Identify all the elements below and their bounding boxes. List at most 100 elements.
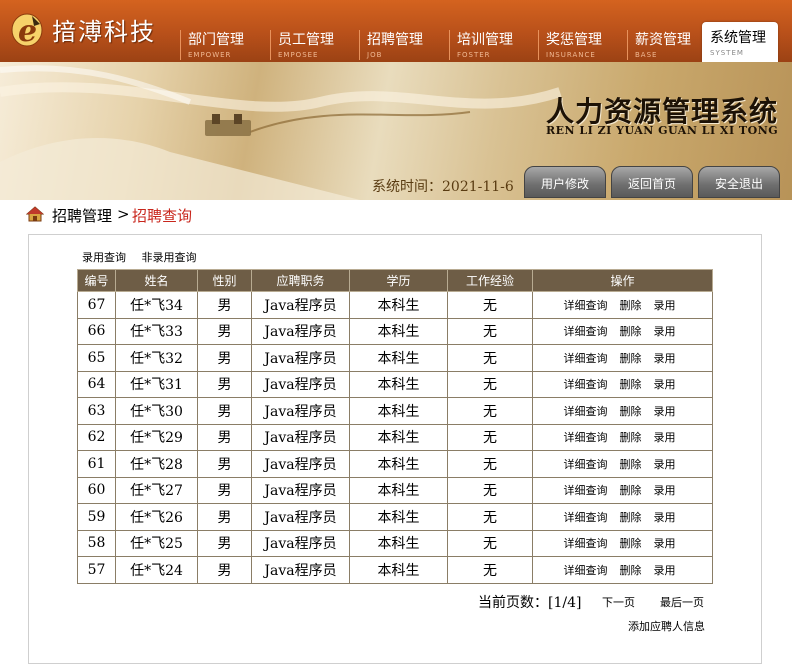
cell-gender: 男 — [197, 556, 252, 584]
detail-query-link[interactable]: 详细查询 — [564, 299, 608, 312]
cell-experience: 无 — [447, 370, 533, 398]
hire-link[interactable]: 录用 — [654, 378, 676, 391]
nav-tab-department[interactable]: 部门管理 EMPOWER — [180, 24, 266, 62]
table-row: 62 任*飞29 男 Java程序员 本科生无详细查询 删除 录用 — [77, 423, 713, 451]
cell-id: 61 — [77, 450, 116, 478]
system-time-value: 2021-11-6 — [442, 179, 514, 195]
cell-education: 本科生 — [349, 397, 448, 425]
delete-link[interactable]: 删除 — [620, 537, 642, 550]
not-hired-query-link[interactable]: 非录用查询 — [142, 251, 197, 264]
hired-query-link[interactable]: 录用查询 — [82, 251, 126, 264]
hire-link[interactable]: 录用 — [654, 564, 676, 577]
last-page-link[interactable]: 最后一页 — [660, 594, 704, 610]
delete-link[interactable]: 删除 — [620, 431, 642, 444]
column-header-education: 学历 — [349, 269, 448, 292]
cell-education: 本科生 — [349, 423, 448, 451]
cell-job: Java程序员 — [251, 556, 350, 584]
cell-id: 67 — [77, 291, 116, 319]
nav-tab-rewards[interactable]: 奖惩管理 INSURANCE — [538, 24, 624, 62]
cell-id: 64 — [77, 370, 116, 398]
cell-id: 58 — [77, 529, 116, 557]
detail-query-link[interactable]: 详细查询 — [564, 378, 608, 391]
delete-link[interactable]: 删除 — [620, 458, 642, 471]
delete-link[interactable]: 删除 — [620, 564, 642, 577]
nav-tab-system[interactable]: 系统管理 SYSTEM — [702, 22, 778, 62]
cell-education: 本科生 — [349, 291, 448, 319]
cell-actions: 详细查询 删除 录用 — [532, 529, 713, 557]
logout-button[interactable]: 安全退出 — [698, 166, 780, 198]
table-row: 64 任*飞31 男 Java程序员 本科生无详细查询 删除 录用 — [77, 370, 713, 398]
return-home-button[interactable]: 返回首页 — [611, 166, 693, 198]
delete-link[interactable]: 删除 — [620, 511, 642, 524]
table-header-row: 编号 姓名 性别 应聘职务 学历 工作经验 操作 — [77, 269, 713, 292]
cell-education: 本科生 — [349, 317, 448, 345]
detail-query-link[interactable]: 详细查询 — [564, 564, 608, 577]
hire-link[interactable]: 录用 — [654, 431, 676, 444]
nav-tab-label: 奖惩管理 — [546, 32, 602, 48]
cell-education: 本科生 — [349, 370, 448, 398]
cell-actions: 详细查询 删除 录用 — [532, 370, 713, 398]
cell-name: 任*飞29 — [115, 423, 198, 451]
cell-gender: 男 — [197, 423, 252, 451]
detail-query-link[interactable]: 详细查询 — [564, 458, 608, 471]
detail-query-link[interactable]: 详细查询 — [564, 325, 608, 338]
cell-id: 59 — [77, 503, 116, 531]
delete-link[interactable]: 删除 — [620, 405, 642, 418]
hire-link[interactable]: 录用 — [654, 325, 676, 338]
filter-links: 录用查询 非录用查询 — [82, 249, 209, 265]
nav-tab-salary[interactable]: 薪资管理 BASE — [627, 24, 713, 62]
cell-id: 57 — [77, 556, 116, 584]
hire-link[interactable]: 录用 — [654, 537, 676, 550]
cell-job: Java程序员 — [251, 397, 350, 425]
detail-query-link[interactable]: 详细查询 — [564, 352, 608, 365]
nav-tab-employee[interactable]: 员工管理 EMPOSEE — [270, 24, 356, 62]
cell-actions: 详细查询 删除 录用 — [532, 317, 713, 345]
next-page-link[interactable]: 下一页 — [602, 594, 635, 610]
cell-job: Java程序员 — [251, 370, 350, 398]
delete-link[interactable]: 删除 — [620, 299, 642, 312]
page-indicator: 当前页数：[1/4] — [478, 592, 581, 612]
cell-job: Java程序员 — [251, 344, 350, 372]
hire-link[interactable]: 录用 — [654, 405, 676, 418]
nav-tab-training[interactable]: 培训管理 FOSTER — [449, 24, 535, 62]
detail-query-link[interactable]: 详细查询 — [564, 431, 608, 444]
cell-gender: 男 — [197, 476, 252, 504]
nav-tab-label: 培训管理 — [457, 32, 513, 48]
detail-query-link[interactable]: 详细查询 — [564, 537, 608, 550]
nav-tab-label: 员工管理 — [278, 32, 334, 48]
hire-link[interactable]: 录用 — [654, 511, 676, 524]
delete-link[interactable]: 删除 — [620, 352, 642, 365]
nav-tab-sublabel: EMPOSEE — [278, 51, 319, 59]
cell-experience: 无 — [447, 397, 533, 425]
top-navigation-bar: e 揞溥科技 部门管理 EMPOWER 员工管理 EMPOSEE 招聘管理 JO… — [0, 0, 792, 62]
detail-query-link[interactable]: 详细查询 — [564, 484, 608, 497]
nav-separator — [627, 30, 628, 60]
nav-separator — [359, 30, 360, 60]
detail-query-link[interactable]: 详细查询 — [564, 511, 608, 524]
hire-link[interactable]: 录用 — [654, 299, 676, 312]
cell-job: Java程序员 — [251, 450, 350, 478]
breadcrumb-section[interactable]: 招聘管理 — [52, 205, 112, 226]
detail-query-link[interactable]: 详细查询 — [564, 405, 608, 418]
hire-link[interactable]: 录用 — [654, 458, 676, 471]
nav-tab-recruitment[interactable]: 招聘管理 JOB — [359, 24, 445, 62]
cell-experience: 无 — [447, 423, 533, 451]
cell-experience: 无 — [447, 317, 533, 345]
page-indicator-label: 当前页数： — [478, 595, 548, 611]
nav-tab-sublabel: INSURANCE — [546, 51, 596, 59]
nav-tab-sublabel: FOSTER — [457, 51, 491, 59]
delete-link[interactable]: 删除 — [620, 325, 642, 338]
cell-name: 任*飞25 — [115, 529, 198, 557]
hire-link[interactable]: 录用 — [654, 484, 676, 497]
hire-link[interactable]: 录用 — [654, 352, 676, 365]
edit-user-button[interactable]: 用户修改 — [524, 166, 606, 198]
cell-name: 任*飞26 — [115, 503, 198, 531]
cell-actions: 详细查询 删除 录用 — [532, 423, 713, 451]
column-header-gender: 性别 — [197, 269, 252, 292]
cell-name: 任*飞31 — [115, 370, 198, 398]
delete-link[interactable]: 删除 — [620, 484, 642, 497]
table-row: 58 任*飞25 男 Java程序员 本科生无详细查询 删除 录用 — [77, 529, 713, 557]
delete-link[interactable]: 删除 — [620, 378, 642, 391]
add-applicant-link[interactable]: 添加应聘人信息 — [628, 618, 705, 634]
system-subtitle: REN LI ZI YUAN GUAN LI XI TONG — [546, 124, 779, 137]
